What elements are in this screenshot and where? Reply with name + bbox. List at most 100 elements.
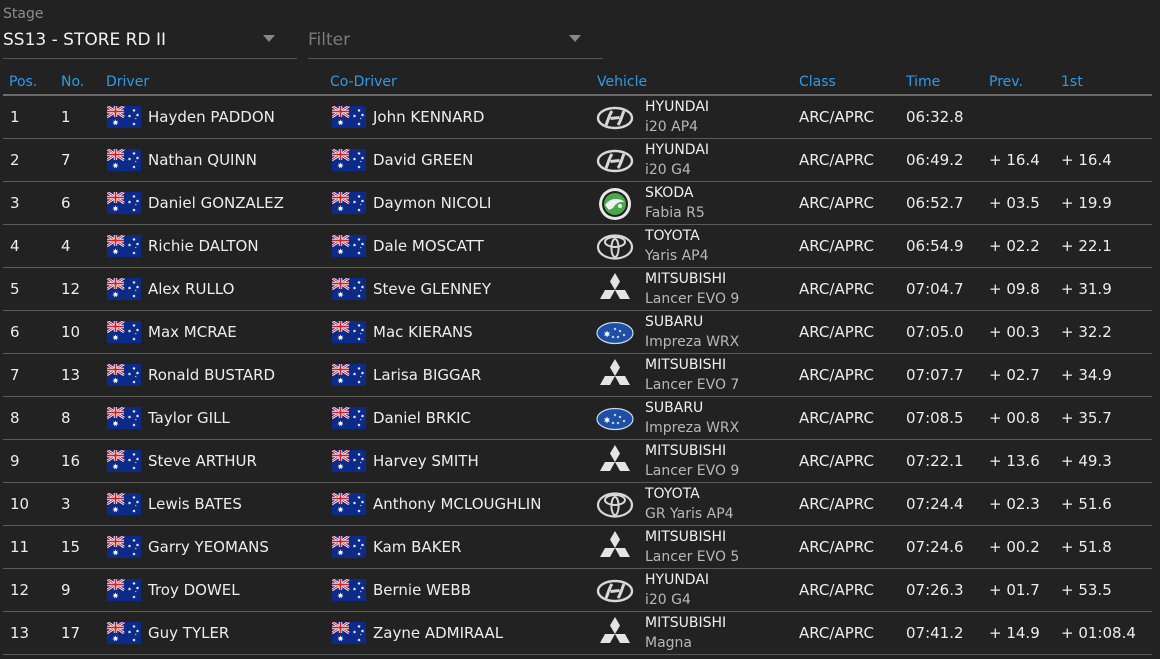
col-codriver[interactable]: Co-Driver (330, 74, 397, 90)
col-driver[interactable]: Driver (106, 74, 149, 90)
driver-name[interactable]: Taylor GILL (148, 409, 230, 427)
time-cell: 06:32.8 (906, 108, 964, 126)
australia-flag-icon (332, 536, 366, 558)
class-cell: ARC/APRC (799, 409, 874, 427)
number-cell: 7 (61, 151, 71, 169)
australia-flag-icon (332, 364, 366, 386)
codriver-name[interactable]: John KENNARD (373, 108, 484, 126)
number-cell: 15 (61, 538, 81, 556)
chevron-down-icon[interactable] (263, 35, 275, 42)
vehicle-make: HYUNDAI (645, 572, 710, 588)
codriver-name[interactable]: David GREEN (373, 151, 473, 169)
col-prev[interactable]: Prev. (989, 74, 1023, 90)
col-vehicle[interactable]: Vehicle (597, 74, 647, 90)
filter-placeholder: Filter (308, 30, 351, 50)
driver-name[interactable]: Garry YEOMANS (148, 538, 269, 556)
driver-name[interactable]: Troy DOWEL (148, 581, 240, 599)
time-cell: 07:41.2 (906, 624, 964, 642)
australia-flag-icon (107, 235, 141, 257)
class-cell: ARC/APRC (799, 624, 874, 642)
driver-name[interactable]: Guy TYLER (148, 624, 229, 642)
driver-name[interactable]: Steve ARTHUR (148, 452, 257, 470)
australia-flag-icon (107, 106, 141, 128)
australia-flag-icon (332, 321, 366, 343)
table-row[interactable]: 13 17 Guy TYLER Zayne ADMIRAAL MITSUBISH… (3, 612, 1152, 655)
table-row[interactable]: 8 8 Taylor GILL Daniel BRKIC SUBARU Impr… (3, 397, 1152, 440)
table-row[interactable]: 5 12 Alex RULLO Steve GLENNEY MITSUBISHI… (3, 268, 1152, 311)
mitsubishi-logo-icon (595, 530, 635, 566)
driver-name[interactable]: Nathan QUINN (148, 151, 257, 169)
time-cell: 07:04.7 (906, 280, 964, 298)
vehicle-model: Magna (645, 635, 692, 651)
codriver-name[interactable]: Dale MOSCATT (373, 237, 484, 255)
number-cell: 6 (61, 194, 71, 212)
col-time[interactable]: Time (906, 74, 940, 90)
table-row[interactable]: 3 6 Daniel GONZALEZ Daymon NICOLI SKODA … (3, 182, 1152, 225)
table-row[interactable]: 7 13 Ronald BUSTARD Larisa BIGGAR MITSUB… (3, 354, 1152, 397)
table-row[interactable]: 2 7 Nathan QUINN David GREEN HYUNDAI i20… (3, 139, 1152, 182)
codriver-name[interactable]: Zayne ADMIRAAL (373, 624, 503, 642)
australia-flag-icon (332, 106, 366, 128)
driver-name[interactable]: Daniel GONZALEZ (148, 194, 284, 212)
table-row[interactable]: 1 1 Hayden PADDON John KENNARD HYUNDAI i… (3, 96, 1152, 139)
filter-select[interactable]: Filter (308, 27, 603, 59)
mitsubishi-logo-icon (595, 358, 635, 394)
time-cell: 06:49.2 (906, 151, 964, 169)
number-cell: 13 (61, 366, 81, 384)
time-cell: 07:08.5 (906, 409, 964, 427)
driver-name[interactable]: Lewis BATES (148, 495, 242, 513)
toyota-logo-icon (595, 229, 635, 265)
driver-name[interactable]: Hayden PADDON (148, 108, 275, 126)
vehicle-model: Yaris AP4 (645, 248, 709, 264)
class-cell: ARC/APRC (799, 452, 874, 470)
toyota-logo-icon (595, 487, 635, 523)
australia-flag-icon (107, 493, 141, 515)
driver-name[interactable]: Alex RULLO (148, 280, 234, 298)
subaru-logo-icon (595, 401, 635, 437)
time-cell: 07:26.3 (906, 581, 964, 599)
table-row[interactable]: 4 4 Richie DALTON Dale MOSCATT TOYOTA Ya… (3, 225, 1152, 268)
driver-name[interactable]: Ronald BUSTARD (148, 366, 275, 384)
codriver-name[interactable]: Bernie WEBB (373, 581, 471, 599)
prev-gap-cell: + 09.8 (989, 280, 1040, 298)
col-class[interactable]: Class (799, 74, 836, 90)
stage-select[interactable]: SS13 - STORE RD II (3, 27, 297, 59)
number-cell: 16 (61, 452, 81, 470)
table-row[interactable]: 12 9 Troy DOWEL Bernie WEBB HYUNDAI i20 … (3, 569, 1152, 612)
col-no[interactable]: No. (61, 74, 84, 90)
prev-gap-cell: + 01.7 (989, 581, 1040, 599)
table-row[interactable]: 6 10 Max MCRAE Mac KIERANS SUBARU Imprez… (3, 311, 1152, 354)
col-first[interactable]: 1st (1061, 74, 1083, 90)
time-cell: 07:22.1 (906, 452, 964, 470)
codriver-name[interactable]: Daniel BRKIC (373, 409, 471, 427)
vehicle-make: SUBARU (645, 314, 704, 330)
vehicle-make: MITSUBISHI (645, 529, 727, 545)
time-cell: 06:54.9 (906, 237, 964, 255)
number-cell: 17 (61, 624, 81, 642)
codriver-name[interactable]: Harvey SMITH (373, 452, 479, 470)
vehicle-make: MITSUBISHI (645, 271, 727, 287)
driver-name[interactable]: Max MCRAE (148, 323, 237, 341)
col-pos[interactable]: Pos. (9, 74, 37, 90)
australia-flag-icon (107, 450, 141, 472)
prev-gap-cell: + 00.8 (989, 409, 1040, 427)
number-cell: 1 (61, 108, 71, 126)
codriver-name[interactable]: Kam BAKER (373, 538, 461, 556)
codriver-name[interactable]: Steve GLENNEY (373, 280, 491, 298)
class-cell: ARC/APRC (799, 538, 874, 556)
vehicle-model: i20 AP4 (645, 119, 699, 135)
codriver-name[interactable]: Larisa BIGGAR (373, 366, 481, 384)
vehicle-make: MITSUBISHI (645, 357, 727, 373)
codriver-name[interactable]: Mac KIERANS (373, 323, 473, 341)
australia-flag-icon (332, 235, 366, 257)
table-row[interactable]: 10 3 Lewis BATES Anthony MCLOUGHLIN TOYO… (3, 483, 1152, 526)
table-row[interactable]: 9 16 Steve ARTHUR Harvey SMITH MITSUBISH… (3, 440, 1152, 483)
codriver-name[interactable]: Anthony MCLOUGHLIN (373, 495, 541, 513)
pos-cell: 11 (10, 538, 30, 556)
table-row[interactable]: 11 15 Garry YEOMANS Kam BAKER MITSUBISHI… (3, 526, 1152, 569)
codriver-name[interactable]: Daymon NICOLI (373, 194, 491, 212)
australia-flag-icon (107, 536, 141, 558)
chevron-down-icon[interactable] (569, 35, 581, 42)
driver-name[interactable]: Richie DALTON (148, 237, 259, 255)
vehicle-make: MITSUBISHI (645, 443, 727, 459)
